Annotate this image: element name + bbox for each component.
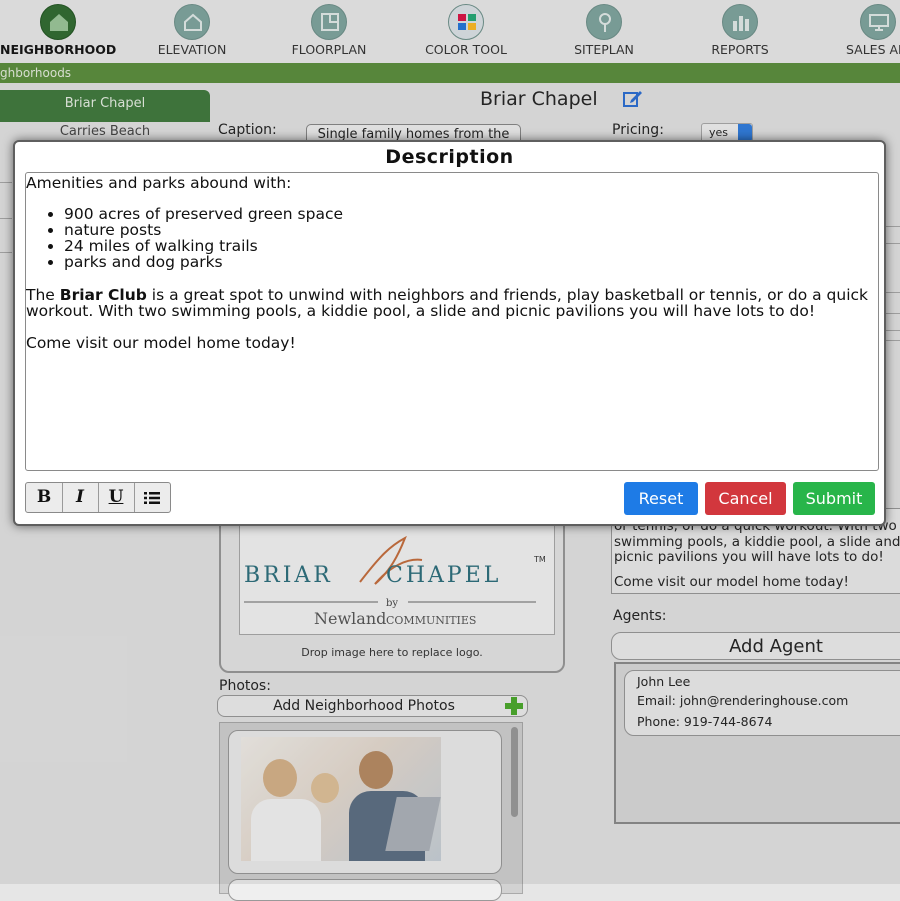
list-item: 900 acres of preserved green space [64, 206, 343, 222]
cancel-button[interactable]: Cancel [705, 482, 786, 515]
intro-text: Amenities and parks abound with: [26, 174, 292, 192]
underline-button[interactable]: U [98, 483, 135, 512]
bulleted-list-button[interactable] [134, 483, 170, 512]
format-toolbar: B I U [25, 482, 171, 513]
list-item: parks and dog parks [64, 254, 343, 270]
italic-button[interactable]: I [62, 483, 99, 512]
paragraph-line: The Briar Club is a great spot to unwind… [26, 286, 869, 304]
reset-button[interactable]: Reset [624, 482, 698, 515]
description-modal: Description Amenities and parks abound w… [13, 140, 886, 526]
list-item: nature posts [64, 222, 343, 238]
bold-button[interactable]: B [26, 483, 63, 512]
list-icon [144, 492, 160, 504]
submit-button[interactable]: Submit [793, 482, 875, 515]
closing-text: Come visit our model home today! [26, 334, 296, 352]
list-item: 24 miles of walking trails [64, 238, 343, 254]
amenities-list: 900 acres of preserved green space natur… [26, 206, 343, 270]
description-editor[interactable]: Amenities and parks abound with: 900 acr… [25, 172, 879, 471]
modal-title: Description [385, 146, 514, 168]
paragraph-line: workout. With two swimming pools, a kidd… [26, 302, 816, 320]
